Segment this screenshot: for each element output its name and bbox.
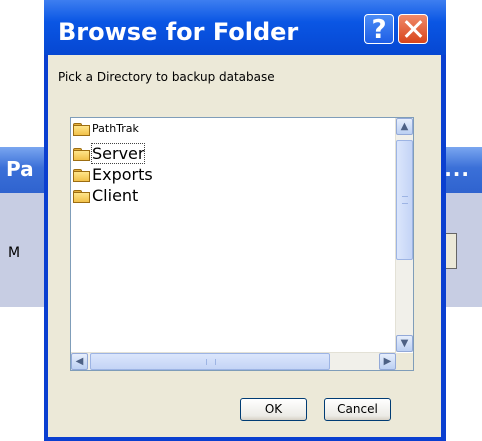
scroll-up-button[interactable]: ▲ — [396, 118, 413, 135]
chevron-right-icon: ▶ — [383, 356, 392, 367]
dialog-prompt: Pick a Directory to backup database — [58, 70, 275, 84]
tree-root-item[interactable]: PathTrak — [73, 122, 139, 136]
horizontal-scroll-thumb[interactable] — [90, 353, 330, 370]
help-button[interactable]: ? — [364, 14, 394, 45]
chevron-up-icon: ▲ — [400, 121, 409, 132]
vertical-scroll-thumb[interactable] — [396, 140, 413, 260]
close-button[interactable] — [398, 14, 428, 44]
folder-icon — [73, 168, 90, 182]
tree-item-server[interactable]: Server — [73, 143, 146, 164]
browse-for-folder-dialog: Browse for Folder ? Pick a Directory to … — [44, 0, 446, 441]
tree-item-label: Exports — [92, 165, 153, 184]
scroll-down-button[interactable]: ▼ — [396, 335, 413, 352]
background-window-title-ellipsis: ... — [444, 157, 470, 181]
folder-tree[interactable]: PathTrak Server Exports Client ▲ ▼ ◀ ▶ — [70, 117, 414, 371]
cancel-button[interactable]: Cancel — [324, 398, 391, 421]
dialog-titlebar[interactable]: Browse for Folder ? — [44, 0, 446, 55]
dialog-title: Browse for Folder — [58, 18, 299, 46]
scrollbar-corner — [396, 353, 413, 370]
chevron-down-icon: ▼ — [400, 338, 409, 349]
chevron-left-icon: ◀ — [75, 356, 84, 367]
grip-icon — [402, 196, 408, 204]
tree-item-label: Client — [92, 186, 139, 205]
folder-icon — [73, 189, 90, 203]
background-window-title: Pa — [6, 157, 34, 181]
horizontal-scrollbar[interactable]: ◀ ▶ — [71, 352, 396, 370]
grip-icon — [206, 359, 216, 365]
tree-root-label: PathTrak — [92, 122, 139, 135]
scroll-left-button[interactable]: ◀ — [71, 353, 88, 370]
ok-button[interactable]: OK — [240, 398, 307, 421]
folder-icon — [73, 147, 90, 161]
tree-item-client[interactable]: Client — [73, 186, 138, 205]
background-window-label: M — [8, 245, 21, 261]
tree-item-label: Server — [90, 143, 146, 164]
tree-item-exports[interactable]: Exports — [73, 165, 153, 184]
vertical-scrollbar[interactable]: ▲ ▼ — [395, 118, 413, 352]
help-icon: ? — [371, 15, 387, 45]
dialog-client-area: Pick a Directory to backup database Path… — [48, 55, 441, 437]
scroll-right-button[interactable]: ▶ — [379, 353, 396, 370]
folder-icon — [73, 122, 90, 136]
